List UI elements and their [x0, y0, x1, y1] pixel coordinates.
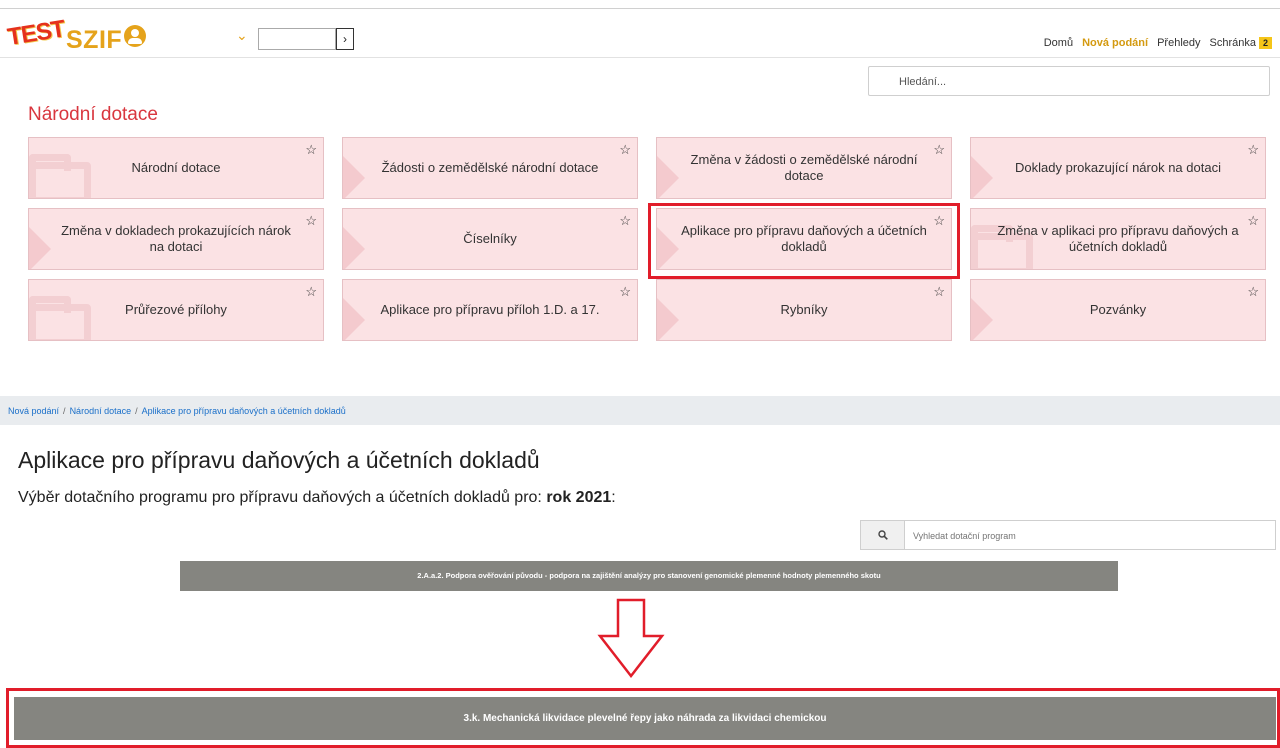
nav-item-schranka-label: Schránka: [1209, 37, 1256, 49]
tile-zadosti-zemedelske[interactable]: ☆ Žádosti o zemědělské národní dotace: [342, 137, 638, 199]
tile-label: Změna v žádosti o zemědělské národní dot…: [690, 152, 918, 183]
star-icon[interactable]: ☆: [305, 213, 317, 229]
star-icon[interactable]: ☆: [619, 142, 631, 158]
tile-aplikace-priloh[interactable]: ☆ Aplikace pro přípravu příloh 1.D. a 17…: [342, 279, 638, 341]
breadcrumb-item-aplikace[interactable]: Aplikace pro přípravu daňových a účetníc…: [142, 406, 346, 416]
nav-item-schranka[interactable]: Schránka 2: [1209, 37, 1272, 49]
main-nav: Domů Nová podání Přehledy Schránka 2: [1044, 37, 1272, 49]
nav-item-prehledy[interactable]: Přehledy: [1157, 37, 1200, 49]
folder-icon: [29, 154, 91, 198]
tile-label: Aplikace pro přípravu příloh 1.D. a 17.: [380, 302, 600, 317]
tile-zmena-v-zadosti[interactable]: ☆ Změna v žádosti o zemědělské národní d…: [656, 137, 952, 199]
star-icon[interactable]: ☆: [1247, 142, 1259, 158]
arrow-icon: [343, 298, 365, 340]
logo-szif-text: SZIF: [66, 26, 123, 54]
chevron-down-icon[interactable]: ⌄: [236, 27, 248, 44]
star-icon[interactable]: ☆: [305, 284, 317, 300]
subheading-suffix: :: [611, 489, 616, 506]
breadcrumb-item-nova-podani[interactable]: Nová podání: [8, 406, 59, 416]
tile-label: Aplikace pro přípravu daňových a účetníc…: [681, 223, 927, 254]
breadcrumb-separator: /: [63, 406, 66, 416]
subheading-year: rok 2021: [546, 489, 612, 506]
subject-select[interactable]: [258, 28, 336, 50]
arrow-icon: [657, 156, 679, 198]
tile-ciselniky[interactable]: ☆ Číselníky: [342, 208, 638, 270]
tile-label: Rybníky: [780, 302, 828, 317]
section-title: Národní dotace: [28, 104, 158, 125]
star-icon[interactable]: ☆: [933, 142, 945, 158]
tile-zmena-v-aplikaci[interactable]: ☆ Změna v aplikaci pro přípravu daňových…: [970, 208, 1266, 270]
arrow-icon: [343, 227, 365, 269]
arrow-icon: [29, 227, 51, 269]
star-icon[interactable]: ☆: [1247, 213, 1259, 229]
star-icon[interactable]: ☆: [933, 284, 945, 300]
program-search: [860, 520, 1276, 550]
down-arrow-icon: [597, 598, 665, 679]
tile-label: Číselníky: [463, 231, 517, 246]
page-subheading: Výběr dotačního programu pro přípravu da…: [18, 489, 616, 507]
tile-label: Změna v dokladech prokazujících nárok na…: [61, 223, 291, 254]
arrow-icon: [971, 156, 993, 198]
tile-label: Doklady prokazující nárok na dotaci: [1015, 160, 1221, 175]
tile-label: Žádosti o zemědělské národní dotace: [381, 160, 599, 175]
folder-icon: [29, 296, 91, 340]
tile-prurezove-prilohy[interactable]: ☆ Průřezové přílohy: [28, 279, 324, 341]
tile-label: Změna v aplikaci pro přípravu daňových a…: [997, 223, 1239, 254]
arrow-icon: [657, 298, 679, 340]
tile-narodni-dotace[interactable]: ☆ Národní dotace: [28, 137, 324, 199]
arrow-icon: [343, 156, 365, 198]
go-button[interactable]: ›: [336, 28, 354, 50]
logo-test-text: TEST: [5, 15, 67, 52]
top-bar: TEST SZIF ⌄ › Domů Nová podání Přehledy …: [0, 8, 1280, 58]
tile-zmena-v-dokladech[interactable]: ☆ Změna v dokladech prokazujících nárok …: [28, 208, 324, 270]
tile-doklady-prokazujici[interactable]: ☆ Doklady prokazující nárok na dotaci: [970, 137, 1266, 199]
tile-label: Průřezové přílohy: [125, 302, 227, 317]
star-icon[interactable]: ☆: [305, 142, 317, 158]
tile-label: Pozvánky: [1089, 302, 1147, 317]
tile-label: Národní dotace: [131, 160, 221, 175]
nav-item-domu[interactable]: Domů: [1044, 37, 1073, 49]
subheading-text: Výběr dotačního programu pro přípravu da…: [18, 489, 547, 506]
arrow-icon: [971, 298, 993, 340]
inbox-count-badge: 2: [1258, 37, 1272, 49]
page-title: Aplikace pro přípravu daňových a účetníc…: [18, 447, 540, 473]
star-icon[interactable]: ☆: [619, 213, 631, 229]
search-icon: [878, 530, 888, 540]
breadcrumb-item-narodni-dotace[interactable]: Národní dotace: [70, 406, 132, 416]
program-item-2Aa2[interactable]: 2.A.a.2. Podpora ověřování původu - podp…: [180, 561, 1118, 591]
breadcrumb: Nová podání / Národní dotace / Aplikace pro …: [0, 396, 1280, 425]
star-icon[interactable]: ☆: [1247, 284, 1259, 300]
user-icon[interactable]: [124, 25, 146, 47]
star-icon[interactable]: ☆: [619, 284, 631, 300]
nav-item-nova-podani[interactable]: Nová podání: [1082, 37, 1148, 49]
search-input[interactable]: Hledání...: [868, 66, 1270, 96]
tile-pozvanky[interactable]: ☆ Pozvánky: [970, 279, 1266, 341]
highlight-box-program: [6, 688, 1280, 748]
tile-rybniky[interactable]: ☆ Rybníky: [656, 279, 952, 341]
breadcrumb-separator: /: [135, 406, 138, 416]
program-search-input[interactable]: [913, 527, 1253, 545]
search-icon-cell[interactable]: [861, 521, 905, 549]
